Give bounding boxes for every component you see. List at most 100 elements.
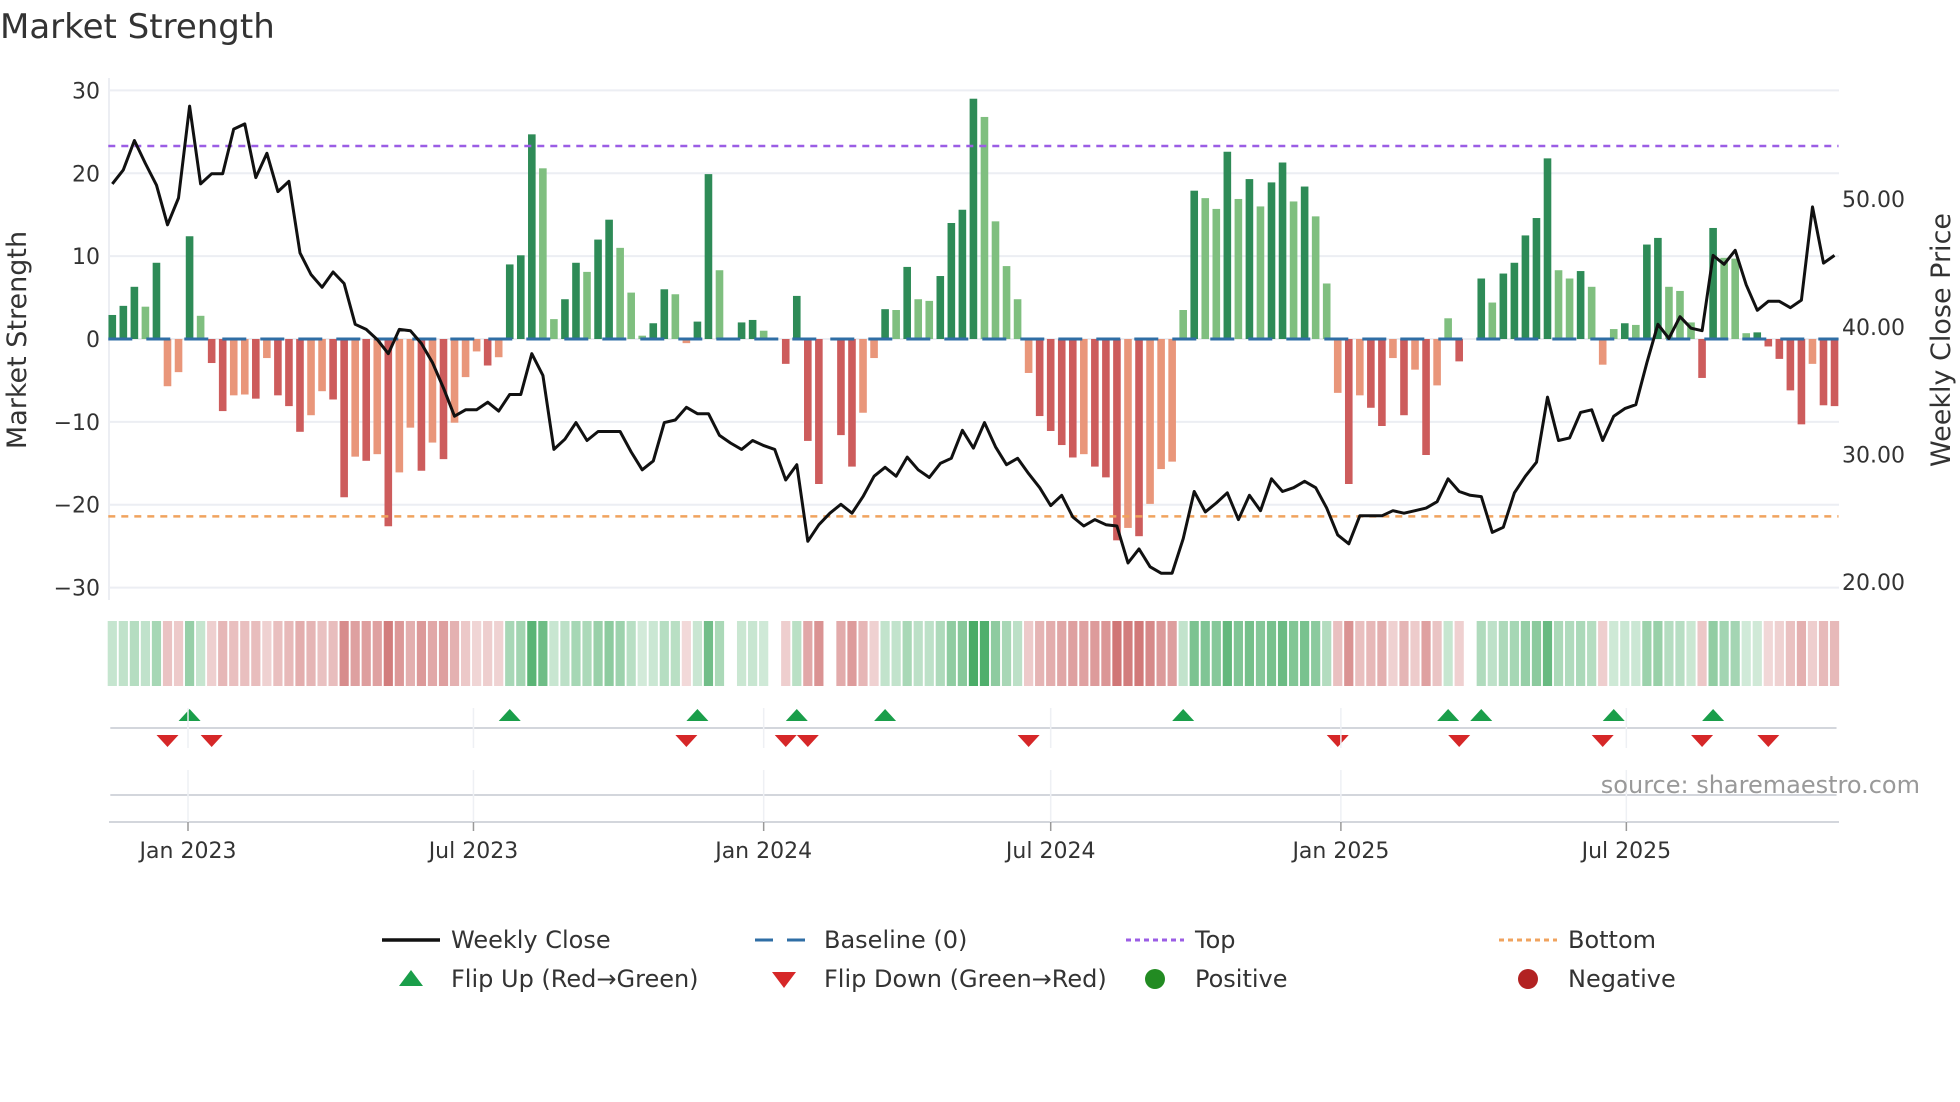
circle-icon	[1145, 969, 1165, 989]
heatmap-cell-positive	[549, 621, 559, 686]
heatmap-cell-positive	[1675, 621, 1685, 686]
positive-bar	[605, 219, 613, 339]
legend-label: Top	[1194, 926, 1236, 954]
legend-item-bottom: Bottom	[1499, 926, 1656, 954]
flip-down-marker	[200, 735, 223, 747]
heatmap-cell-positive	[957, 621, 967, 686]
heatmap-cell-positive	[1719, 621, 1729, 686]
positive-bar	[1002, 266, 1011, 339]
positive-bar	[715, 270, 724, 339]
y-tick-label: 0	[86, 328, 100, 353]
negative-bar	[340, 339, 348, 498]
negative-bar	[274, 339, 282, 396]
heatmap-cell-negative	[240, 621, 250, 686]
heatmap-cell-negative	[1167, 621, 1177, 686]
y2-tick-label: 30.00	[1842, 444, 1905, 469]
heatmap-cell-negative	[229, 621, 239, 686]
heatmap-cell-negative	[1598, 621, 1608, 686]
negative-bar	[1333, 339, 1342, 393]
heatmap-cell-negative	[1399, 621, 1409, 686]
negative-bar	[329, 339, 337, 400]
heatmap-cell-positive	[880, 621, 890, 686]
heatmap-cell-positive	[196, 621, 206, 686]
legend-item-flipdown: Flip Down (Green→Red)	[772, 965, 1107, 993]
heatmap-cell-negative	[218, 621, 228, 686]
positive-bar	[1554, 270, 1563, 339]
heatmap-cell-negative	[1774, 621, 1784, 686]
positive-bar	[980, 116, 989, 339]
heatmap-cell-negative	[372, 621, 382, 686]
heatmap-cell-positive	[560, 621, 570, 686]
negative-bar	[1598, 339, 1607, 365]
heatmap-cell-positive	[1222, 621, 1232, 686]
negative-bar	[472, 339, 481, 352]
y-axis-left: 30 20 10 0 −10 −20 −30	[54, 79, 100, 601]
circle-icon	[1518, 969, 1538, 989]
negative-bar	[285, 339, 293, 407]
positive-bar	[704, 174, 713, 339]
negative-bar	[1035, 339, 1044, 417]
positive-bar	[1499, 273, 1508, 339]
positive-bar	[1676, 290, 1684, 339]
negative-bar	[207, 339, 216, 364]
negative-bar	[417, 339, 426, 471]
flip-up-marker	[785, 709, 808, 721]
heatmap-cell-negative	[1388, 621, 1398, 686]
positive-bar	[1267, 182, 1276, 339]
heatmap-cell-negative	[350, 621, 360, 686]
heatmap-cell-negative	[361, 621, 371, 686]
positive-bar	[737, 322, 746, 339]
heatmap-cell-positive	[670, 621, 680, 686]
heatmap-cell-positive	[1277, 621, 1288, 686]
heatmap-cell-negative	[162, 621, 173, 686]
negative-bar	[362, 339, 371, 461]
heatmap-cell-negative	[405, 621, 415, 686]
heatmap-cell-negative	[1145, 621, 1155, 686]
positive-bar	[881, 309, 889, 339]
heatmap-cell-negative	[339, 621, 349, 686]
positive-bar	[550, 319, 558, 339]
heatmap-cell-negative	[836, 621, 846, 686]
positive-bar	[936, 276, 945, 339]
negative-bar	[1797, 339, 1806, 425]
positive-bar	[1632, 324, 1640, 339]
positive-bar	[572, 262, 580, 339]
heatmap-cell-positive	[1686, 621, 1696, 686]
negative-bar	[1124, 339, 1132, 528]
heatmap-cell-positive	[1233, 621, 1243, 686]
positive-bar	[1223, 151, 1232, 339]
heatmap-cell-negative	[1785, 621, 1795, 686]
heatmap-cell-negative	[1355, 621, 1365, 686]
negative-bar	[1389, 339, 1397, 359]
positive-bar	[1289, 201, 1298, 339]
heatmap-cell-positive	[759, 621, 769, 686]
negative-bar	[1046, 339, 1055, 431]
negative-bar	[1113, 339, 1121, 541]
negative-bar	[1135, 339, 1143, 537]
heatmap-cell-positive	[1509, 621, 1519, 686]
negative-bar	[163, 339, 172, 387]
heatmap-cell-negative	[681, 621, 691, 686]
heatmap-cell-positive	[1642, 621, 1652, 686]
heatmap-cell-negative	[1763, 621, 1773, 686]
flip-down-marker	[1017, 735, 1040, 747]
negative-bar	[1830, 339, 1839, 407]
heatmap-cell-positive	[1620, 621, 1630, 686]
heatmap-cell-positive	[659, 621, 669, 686]
heatmap-cell-positive	[1653, 621, 1663, 686]
positive-bar	[141, 306, 150, 339]
negative-bar	[1080, 339, 1088, 455]
positive-bar	[1444, 318, 1452, 339]
legend-item-top: Top	[1126, 926, 1236, 954]
legend-item-close: Weekly Close	[382, 926, 611, 954]
heatmap-cell-positive	[1012, 621, 1023, 686]
heatmap-cell-positive	[1211, 621, 1221, 686]
positive-bar	[792, 295, 801, 339]
positive-bar	[516, 255, 525, 339]
positive-bar	[671, 294, 680, 339]
positive-bar	[1532, 218, 1541, 339]
heatmap-cell-positive	[990, 621, 1001, 686]
flip-down-marker	[675, 735, 698, 747]
negative-bar	[1356, 339, 1364, 396]
flip-up-marker	[1470, 709, 1493, 721]
